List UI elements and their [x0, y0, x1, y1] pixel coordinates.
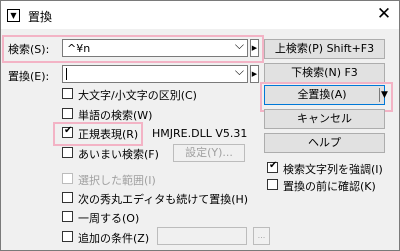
continue-hidemaru-label: 次の秀丸エディタも続けて置換(H) [78, 193, 249, 206]
chevron-down-icon[interactable]: ⌵ [235, 38, 244, 53]
extra-condition-browse-button[interactable]: ... [253, 227, 270, 245]
replace-menu-arrow-icon[interactable]: ▶ [250, 65, 259, 83]
title-bar: ▼ 置換 ✕ [1, 1, 399, 29]
checkbox-box[interactable] [62, 88, 73, 99]
word-search-label: 単語の検索(W) [78, 109, 153, 122]
search-up-button[interactable]: 上検索(P) Shift+F3 [264, 39, 385, 59]
text-cursor [66, 68, 67, 80]
confirm-before-replace-label: 置換の前に確認(K) [283, 180, 376, 193]
checkbox-box[interactable] [62, 108, 73, 119]
selection-only-label: 選択した範囲(I) [78, 174, 156, 187]
checkbox-box[interactable] [62, 147, 73, 158]
replace-all-menu-icon[interactable]: ▼ [381, 86, 388, 104]
search-down-button[interactable]: 下検索(N) F3 [264, 63, 385, 83]
case-sensitive-label: 大文字/小文字の区別(C) [78, 89, 197, 102]
fuzzy-settings-button[interactable]: 設定(Y)... [173, 144, 245, 162]
regex-label: 正規表現(R) [78, 128, 139, 141]
checkbox-box[interactable] [62, 231, 73, 242]
check-icon: ✔ [64, 125, 73, 136]
regex-engine-version: HMJRE.DLL V5.31 [152, 127, 248, 140]
dialog-title: 置換 [28, 10, 53, 24]
checkbox-box[interactable]: ✔ [62, 125, 73, 138]
cancel-button[interactable]: キャンセル [264, 109, 385, 129]
highlight-search-label: 検索文字列を強調(I) [283, 163, 383, 176]
replace-all-button[interactable]: 全置換(A) ▼ [264, 85, 388, 105]
split-divider [379, 88, 380, 102]
extra-condition-input[interactable] [157, 227, 247, 245]
search-label: 検索(S): [8, 43, 50, 56]
once-around-label: 一周する(O) [78, 212, 140, 225]
checkbox-box[interactable] [62, 192, 73, 203]
extra-condition-label: 追加の条件(Z) [78, 232, 150, 245]
system-menu-icon[interactable]: ▼ [7, 9, 20, 22]
replace-all-label: 全置換(A) [297, 88, 347, 101]
help-button[interactable]: ヘルプ [264, 133, 385, 153]
fuzzy-label: あいまい検索(F) [78, 148, 159, 161]
checkbox-box[interactable] [62, 173, 73, 184]
checkbox-box[interactable] [62, 211, 73, 222]
check-icon: ✔ [269, 160, 278, 171]
checkbox-box[interactable] [267, 179, 278, 190]
checkbox-box[interactable]: ✔ [267, 160, 278, 173]
close-icon[interactable]: ✕ [371, 3, 397, 25]
chevron-down-icon[interactable]: ⌵ [235, 64, 244, 79]
search-value: ^¥n [67, 42, 91, 55]
replace-label: 置換(E): [8, 70, 50, 83]
replace-input[interactable]: ⌵ [62, 64, 248, 83]
replace-dialog: ▼ 置換 ✕ 検索(S): ^¥n ⌵ ▶ 置換(E): ⌵ ▶ 大文字/小文字… [0, 0, 400, 251]
search-menu-arrow-icon[interactable]: ▶ [250, 39, 259, 57]
search-input[interactable]: ^¥n ⌵ [62, 38, 248, 57]
